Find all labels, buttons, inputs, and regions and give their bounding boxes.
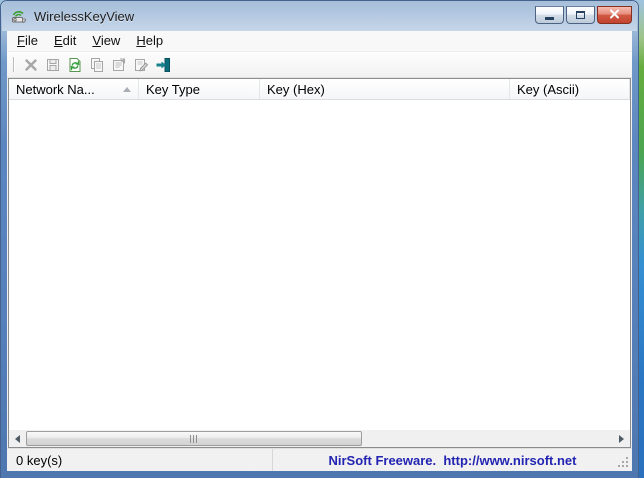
scrollbar-thumb[interactable]	[26, 431, 362, 446]
title-bar[interactable]: WirelessKeyView	[2, 1, 637, 31]
delete-icon	[23, 57, 39, 73]
exit-icon	[155, 57, 171, 73]
toolbar-delete-button[interactable]	[20, 54, 42, 76]
scroll-left-arrow-icon	[15, 435, 20, 443]
toolbar-refresh-button[interactable]	[64, 54, 86, 76]
column-label: Key Type	[146, 82, 200, 97]
menu-edit[interactable]: Edit	[46, 31, 84, 51]
column-header-key-hex[interactable]: Key (Hex)	[260, 79, 510, 99]
toolbar-properties-button[interactable]	[108, 54, 130, 76]
keys-listview: Network Na... Key Type Key (Hex) Key (As…	[8, 78, 631, 448]
status-key-count: 0 key(s)	[7, 449, 273, 471]
toolbar-exit-button[interactable]	[152, 54, 174, 76]
column-label: Key (Ascii)	[517, 82, 579, 97]
report-icon	[133, 57, 149, 73]
toolbar-report-button[interactable]	[130, 54, 152, 76]
column-label: Network Na...	[16, 82, 95, 97]
menu-view[interactable]: View	[84, 31, 128, 51]
client-area: File Edit View Help	[7, 31, 632, 471]
scrollbar-grip-icon	[190, 435, 198, 443]
close-icon	[609, 6, 620, 24]
toolbar	[7, 52, 632, 78]
minimize-icon	[545, 17, 554, 20]
refresh-icon	[67, 57, 83, 73]
wireless-key-icon[interactable]	[10, 8, 28, 24]
listview-empty-area[interactable]	[9, 100, 630, 430]
column-header-key-type[interactable]: Key Type	[139, 79, 260, 99]
listview-header: Network Na... Key Type Key (Hex) Key (As…	[9, 79, 630, 100]
menu-bar: File Edit View Help	[7, 31, 632, 52]
horizontal-scrollbar	[9, 430, 630, 447]
column-header-key-ascii[interactable]: Key (Ascii)	[510, 79, 630, 99]
maximize-icon	[576, 11, 585, 19]
app-window: WirelessKeyView File Edit View Help	[0, 0, 639, 478]
scroll-right-arrow-icon	[619, 435, 624, 443]
resize-grip-icon[interactable]	[617, 456, 630, 469]
toolbar-copy-button[interactable]	[86, 54, 108, 76]
column-header-network-name[interactable]: Network Na...	[9, 79, 139, 99]
menu-file[interactable]: File	[9, 31, 46, 51]
column-label: Key (Hex)	[267, 82, 325, 97]
scroll-left-button[interactable]	[9, 430, 26, 447]
close-button[interactable]	[597, 6, 632, 24]
status-nirsoft-link[interactable]: NirSoft Freeware. http://www.nirsoft.net	[273, 449, 632, 471]
sort-ascending-icon	[123, 87, 131, 92]
scroll-right-button[interactable]	[613, 430, 630, 447]
properties-icon	[111, 57, 127, 73]
toolbar-save-button[interactable]	[42, 54, 64, 76]
window-title: WirelessKeyView	[34, 9, 134, 24]
status-bar: 0 key(s) NirSoft Freeware. http://www.ni…	[7, 448, 632, 471]
toolbar-gripper	[13, 57, 15, 72]
save-icon	[45, 57, 61, 73]
menu-help[interactable]: Help	[128, 31, 171, 51]
window-controls	[535, 6, 632, 24]
minimize-button[interactable]	[535, 6, 564, 24]
copy-icon	[89, 57, 105, 73]
maximize-button[interactable]	[566, 6, 595, 24]
